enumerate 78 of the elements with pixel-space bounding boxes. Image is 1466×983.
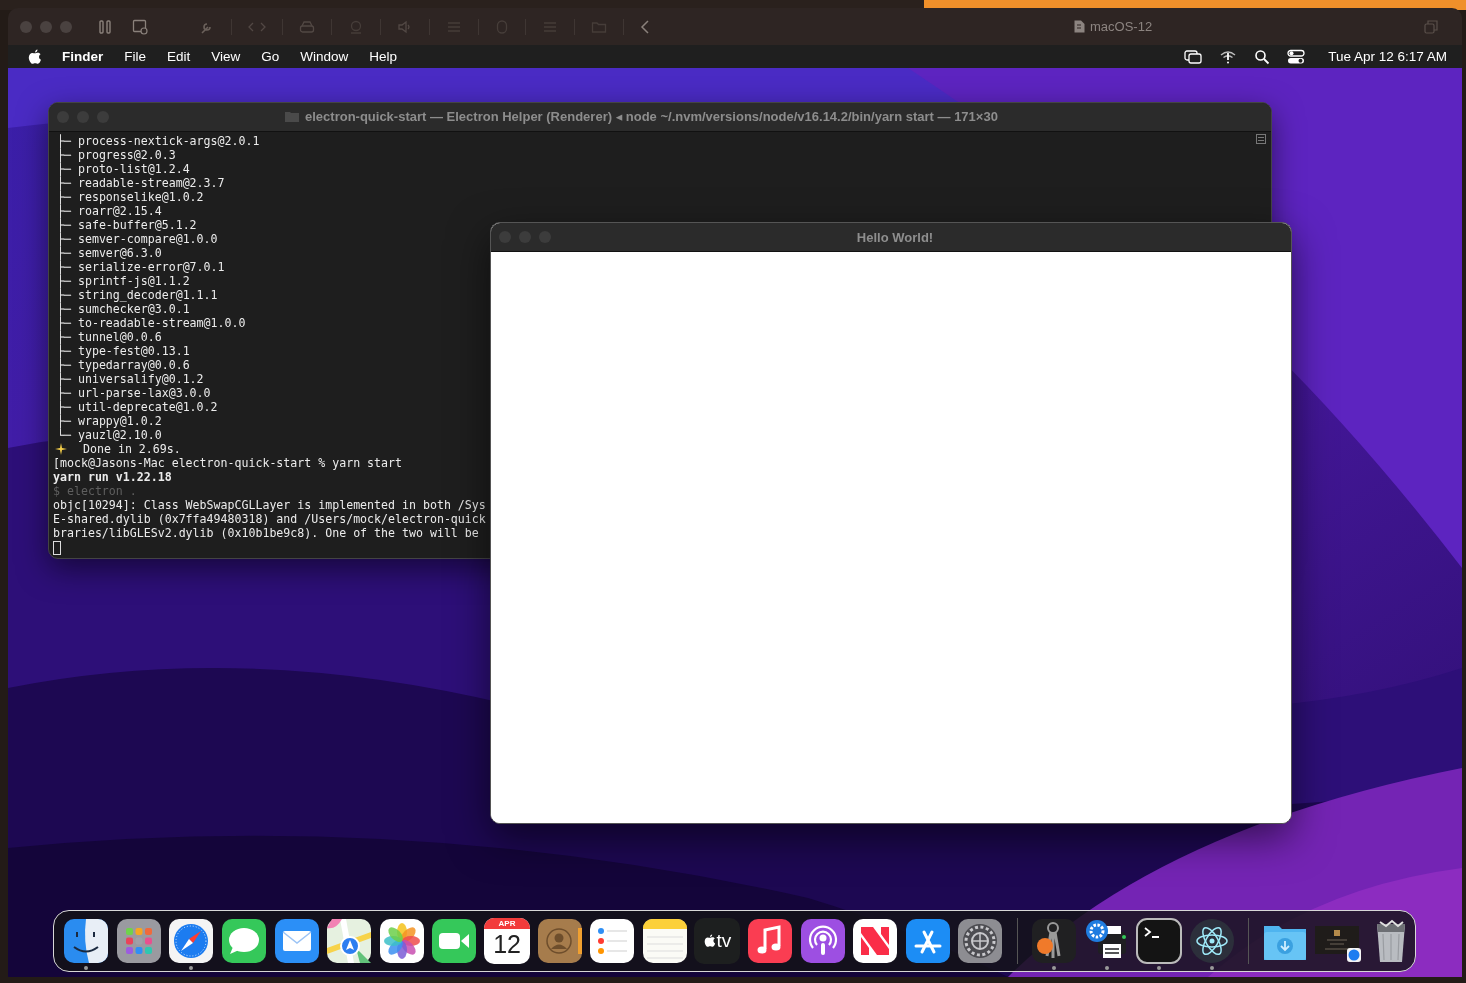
display-icon[interactable] — [132, 18, 148, 35]
terminal-line: ├─ sumchecker@3.0.1 — [56, 302, 190, 316]
atom-icon[interactable] — [1188, 918, 1235, 964]
back-chevron-icon[interactable] — [640, 18, 650, 35]
terminal-line: yarn run v1.22.18 — [53, 470, 172, 484]
terminal-line: ├─ sprintf-js@1.1.2 — [56, 274, 190, 288]
terminal-line: ├─ process-nextick-args@2.0.1 — [56, 134, 260, 148]
terminal-line: ├─ semver@6.3.0 — [56, 246, 162, 260]
terminal-icon[interactable] — [1136, 918, 1183, 964]
folder-icon — [285, 111, 299, 122]
screen-mirroring-icon[interactable] — [1184, 48, 1203, 65]
terminal-line: ├─ typedarray@0.0.6 — [56, 358, 190, 372]
menu-item[interactable]: Help — [369, 49, 398, 64]
map-icon[interactable] — [326, 918, 373, 964]
envelope-icon[interactable] — [273, 918, 320, 964]
terminal-line: objc[10294]: Class WebSwapCGLLayer is implemented in both /Sys — [53, 498, 486, 512]
menu-item[interactable]: Go — [261, 49, 280, 64]
terminal-line: ├─ semver-compare@1.0.0 — [56, 232, 218, 246]
text-cursor — [53, 541, 61, 555]
calendar-day: 12 — [493, 929, 521, 960]
terminal-line: $ electron . — [53, 484, 137, 498]
document-icon — [1074, 20, 1085, 33]
terminal-line: ├─ util-deprecate@1.0.2 — [56, 400, 218, 414]
podcast-icon[interactable] — [799, 918, 846, 964]
menu-item[interactable]: Edit — [167, 49, 191, 64]
keys-icon[interactable] — [1031, 918, 1077, 964]
app-store-icon[interactable] — [904, 918, 951, 964]
terminal-line: ├─ wrappy@1.0.2 — [56, 414, 162, 428]
news-icon[interactable] — [852, 918, 899, 964]
flower-icon[interactable] — [378, 918, 425, 964]
app-menu[interactable]: Finder — [62, 49, 104, 64]
speech-bubble-icon[interactable] — [221, 918, 268, 964]
terminal-line: ├─ responselike@1.0.2 — [56, 190, 204, 204]
checklist-icon[interactable] — [589, 918, 636, 964]
terminal-line: ├─ type-fest@0.13.1 — [56, 344, 190, 358]
window-title: Hello World! — [856, 229, 934, 245]
terminal-line: └─ yauzl@2.10.0 — [56, 428, 162, 442]
terminal-line: [mock@Jasons-Mac electron-quick-start % yarn start — [53, 456, 402, 470]
sparkle-icon — [55, 443, 67, 455]
menu-item[interactable]: File — [124, 49, 147, 64]
menu-bar-clock[interactable]: Tue Apr 12 6:17 AM — [1328, 49, 1447, 64]
terminal-line: ├─ serialize-error@7.0.1 — [56, 260, 225, 274]
gear-icon[interactable] — [957, 918, 1004, 964]
apple-icon — [703, 934, 716, 948]
calendar-icon[interactable]: APR 12 — [484, 918, 531, 964]
terminal-line: ├─ proto-list@1.2.4 — [56, 162, 190, 176]
window-title: macOS-12 — [1090, 19, 1153, 34]
contact-book-icon[interactable] — [536, 918, 583, 964]
music-note-icon[interactable] — [747, 918, 793, 964]
wifi-warning-icon[interactable] — [1219, 48, 1238, 65]
terminal-line: ├─ url-parse-lax@3.0.0 — [56, 386, 211, 400]
terminal-line: ├─ progress@2.0.3 — [56, 148, 176, 162]
notepad-icon[interactable] — [641, 918, 688, 964]
control-center-icon[interactable] — [1287, 48, 1306, 65]
terminal-line: ├─ string_decoder@1.1.1 — [56, 288, 218, 302]
terminal-line: Done in 2.69s. — [83, 442, 181, 456]
apple-icon[interactable] — [28, 48, 42, 65]
terminal-line: E-shared.dylib (0x7ffa49480318) and /Users/mock/electron-quick — [53, 512, 486, 526]
terminal-line: ├─ readable-stream@2.3.7 — [56, 176, 225, 190]
tv-icon[interactable]: tv — [694, 918, 741, 964]
terminal-line: ├─ tunnel@0.0.6 — [56, 330, 162, 344]
smiling-face-icon[interactable] — [63, 918, 110, 964]
menu-item[interactable]: View — [211, 49, 241, 64]
terminal-line: ├─ roarr@2.15.4 — [56, 204, 162, 218]
pause-icon[interactable] — [98, 18, 112, 35]
terminal-line: braries/libGLESv2.dylib (0x10b1be9c8). One of the two will be — [53, 526, 479, 540]
compass-icon[interactable] — [168, 918, 215, 964]
search-icon[interactable] — [1254, 48, 1271, 65]
menu-item[interactable]: Window — [300, 49, 349, 64]
terminal-line: ├─ to-readable-stream@1.0.0 — [56, 316, 246, 330]
calendar-month: APR — [484, 918, 531, 929]
window-title: electron-quick-start — Electron Helper (Renderer) ◂ node ~/.nvm/versions/node/v16.14.2/bin/yarn start — 171×30 — [305, 109, 998, 124]
video-camera-icon[interactable] — [431, 918, 478, 964]
scroll-marker-icon[interactable] — [1256, 134, 1266, 144]
app-grid-icon[interactable] — [115, 918, 162, 964]
terminal-line: ├─ universalify@0.1.2 — [56, 372, 204, 386]
terminal-line: ├─ safe-buffer@5.1.2 — [56, 218, 197, 232]
tv-label: tv — [716, 930, 732, 952]
